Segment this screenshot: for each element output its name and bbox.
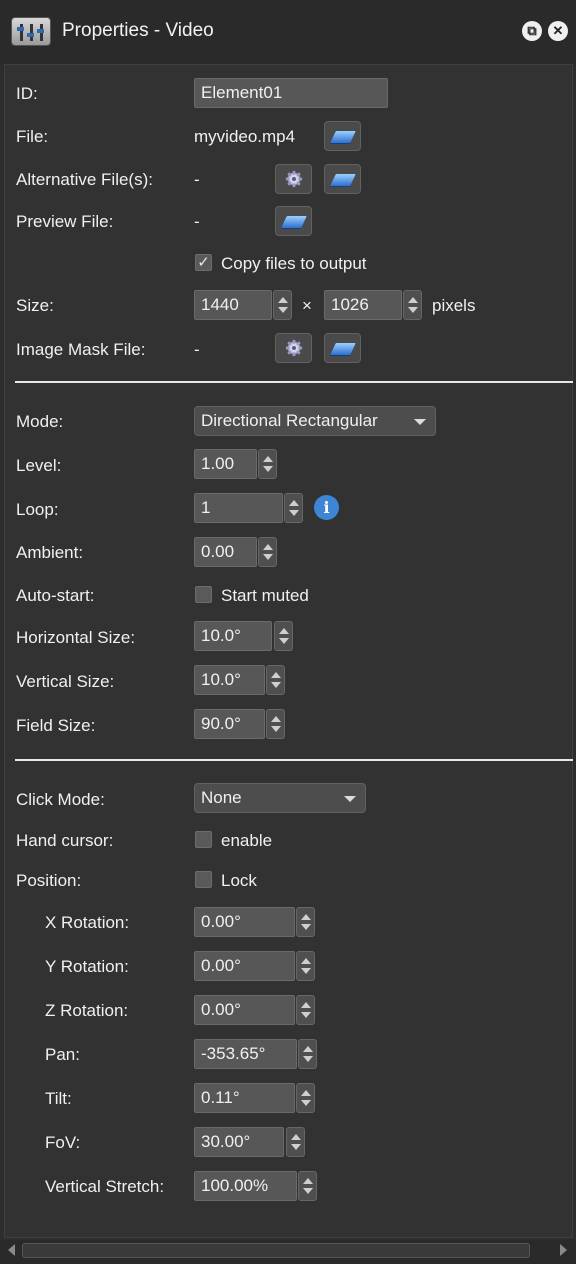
vertical-size-input[interactable]: 10.0° bbox=[194, 665, 265, 695]
size-label: Size: bbox=[16, 296, 54, 315]
section-divider bbox=[15, 381, 573, 383]
level-label: Level: bbox=[16, 456, 62, 475]
vertical-stretch-input[interactable]: 100.00% bbox=[194, 1171, 297, 1201]
close-icon[interactable]: ✕ bbox=[548, 21, 568, 41]
y-rotation-input[interactable]: 0.00° bbox=[194, 951, 295, 981]
x-rotation-spinner[interactable] bbox=[296, 907, 315, 937]
id-input[interactable]: Element01 bbox=[194, 78, 388, 108]
copy-files-label: Copy files to output bbox=[221, 254, 367, 273]
horizontal-size-input[interactable]: 10.0° bbox=[194, 621, 272, 651]
horizontal-size-label: Horizontal Size: bbox=[16, 628, 136, 647]
lock-label: Lock bbox=[221, 871, 257, 890]
folder-icon bbox=[330, 343, 356, 355]
hand-cursor-label: Hand cursor: bbox=[16, 831, 114, 850]
loop-label: Loop: bbox=[16, 500, 59, 519]
ambient-label: Ambient: bbox=[16, 543, 84, 562]
folder-icon bbox=[330, 131, 356, 143]
times-sign: × bbox=[302, 296, 312, 315]
chevron-down-icon bbox=[344, 796, 356, 802]
vertical-size-label: Vertical Size: bbox=[16, 672, 115, 691]
scroll-right-arrow-icon[interactable] bbox=[560, 1244, 567, 1256]
tilt-label: Tilt: bbox=[45, 1089, 72, 1108]
mask-browse-button[interactable] bbox=[324, 333, 361, 363]
folder-icon bbox=[330, 174, 356, 186]
file-label: File: bbox=[16, 127, 49, 146]
pan-input[interactable]: -353.65° bbox=[194, 1039, 297, 1069]
z-rotation-input[interactable]: 0.00° bbox=[194, 995, 295, 1025]
height-input[interactable]: 1026 bbox=[324, 290, 402, 320]
pan-label: Pan: bbox=[45, 1045, 80, 1064]
alt-files-label: Alternative File(s): bbox=[16, 170, 153, 189]
ambient-input[interactable]: 0.00 bbox=[194, 537, 257, 567]
tilt-input[interactable]: 0.11° bbox=[194, 1083, 295, 1113]
app-icon bbox=[11, 17, 51, 46]
chevron-down-icon bbox=[414, 419, 426, 425]
alt-files-value: - bbox=[194, 170, 200, 189]
copy-files-checkbox[interactable]: ✓ bbox=[195, 254, 212, 271]
fov-label: FoV: bbox=[45, 1133, 81, 1152]
fov-input[interactable]: 30.00° bbox=[194, 1127, 284, 1157]
loop-input[interactable]: 1 bbox=[194, 493, 283, 523]
lock-checkbox[interactable] bbox=[195, 871, 212, 888]
hand-cursor-checkbox[interactable] bbox=[195, 831, 212, 848]
file-browse-button[interactable] bbox=[324, 121, 361, 151]
fov-spinner[interactable] bbox=[286, 1127, 305, 1157]
size-units: pixels bbox=[432, 296, 476, 315]
z-rotation-spinner[interactable] bbox=[296, 995, 315, 1025]
mask-settings-button[interactable] bbox=[275, 333, 312, 363]
mode-select-value: Directional Rectangular bbox=[201, 411, 378, 430]
z-rotation-label: Z Rotation: bbox=[45, 1001, 129, 1020]
autostart-label: Auto-start: bbox=[16, 586, 95, 605]
alt-files-browse-button[interactable] bbox=[324, 164, 361, 194]
x-rotation-input[interactable]: 0.00° bbox=[194, 907, 295, 937]
pan-spinner[interactable] bbox=[298, 1039, 317, 1069]
alt-files-settings-button[interactable] bbox=[275, 164, 312, 194]
gear-icon bbox=[285, 339, 303, 357]
gear-icon bbox=[285, 170, 303, 188]
y-rotation-spinner[interactable] bbox=[296, 951, 315, 981]
field-size-spinner[interactable] bbox=[266, 709, 285, 739]
section-divider bbox=[15, 759, 573, 761]
mask-file-label: Image Mask File: bbox=[16, 340, 146, 359]
width-spinner[interactable] bbox=[273, 290, 292, 320]
click-mode-label: Click Mode: bbox=[16, 790, 105, 809]
field-size-label: Field Size: bbox=[16, 716, 96, 735]
ambient-spinner[interactable] bbox=[258, 537, 277, 567]
window-title: Properties - Video bbox=[62, 20, 214, 41]
horizontal-size-spinner[interactable] bbox=[274, 621, 293, 651]
field-size-input[interactable]: 90.0° bbox=[194, 709, 265, 739]
click-mode-select[interactable]: None bbox=[194, 783, 366, 813]
level-spinner[interactable] bbox=[258, 449, 277, 479]
title-bar: Properties - Video ⧉ ✕ bbox=[0, 0, 576, 64]
y-rotation-label: Y Rotation: bbox=[45, 957, 129, 976]
start-muted-checkbox[interactable] bbox=[195, 586, 212, 603]
x-rotation-label: X Rotation: bbox=[45, 913, 130, 932]
restore-icon[interactable]: ⧉ bbox=[522, 21, 542, 41]
tilt-spinner[interactable] bbox=[296, 1083, 315, 1113]
vertical-size-spinner[interactable] bbox=[266, 665, 285, 695]
width-input[interactable]: 1440 bbox=[194, 290, 272, 320]
scroll-left-arrow-icon[interactable] bbox=[8, 1244, 15, 1256]
preview-file-label: Preview File: bbox=[16, 212, 114, 231]
mode-select[interactable]: Directional Rectangular bbox=[194, 406, 436, 436]
vertical-stretch-spinner[interactable] bbox=[298, 1171, 317, 1201]
click-mode-select-value: None bbox=[201, 788, 242, 807]
start-muted-label: Start muted bbox=[221, 586, 309, 605]
vertical-stretch-label: Vertical Stretch: bbox=[45, 1177, 165, 1196]
level-input[interactable]: 1.00 bbox=[194, 449, 257, 479]
hand-cursor-enable-label: enable bbox=[221, 831, 273, 850]
preview-file-browse-button[interactable] bbox=[275, 206, 312, 236]
height-spinner[interactable] bbox=[403, 290, 422, 320]
file-value: myvideo.mp4 bbox=[194, 127, 296, 146]
mode-label: Mode: bbox=[16, 412, 64, 431]
position-label: Position: bbox=[16, 871, 82, 890]
info-icon[interactable]: i bbox=[314, 495, 339, 520]
preview-file-value: - bbox=[194, 212, 200, 231]
mask-file-value: - bbox=[194, 340, 200, 359]
scrollbar-track[interactable] bbox=[22, 1243, 530, 1258]
folder-icon bbox=[281, 216, 307, 228]
loop-spinner[interactable] bbox=[284, 493, 303, 523]
id-label: ID: bbox=[16, 84, 38, 103]
